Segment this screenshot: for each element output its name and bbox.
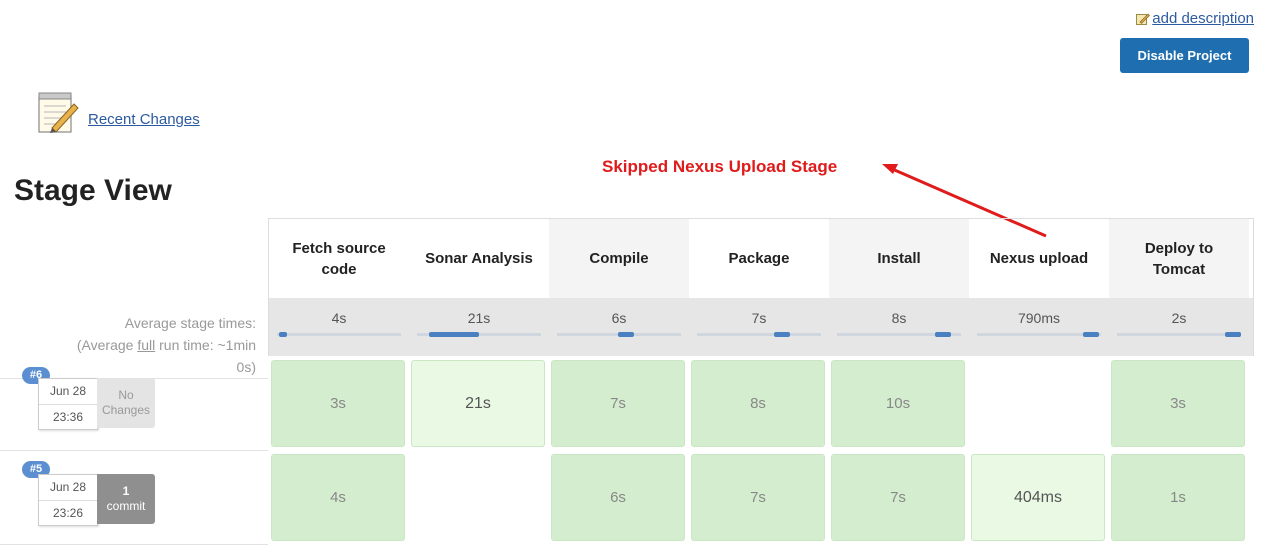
stage-header: Compile: [549, 219, 689, 298]
build-date: Jun 28 23:36: [38, 378, 98, 430]
full-run-link[interactable]: full: [137, 337, 155, 353]
progress-bar: [557, 332, 681, 337]
stage-cell[interactable]: 8s: [688, 357, 828, 450]
stage-header: Nexus upload: [989, 250, 1089, 267]
progress-bar: [837, 332, 961, 337]
stage-cell[interactable]: 6s: [548, 451, 688, 544]
progress-bar: [977, 332, 1101, 337]
progress-bar: [417, 332, 541, 337]
average-time: 8s: [829, 298, 969, 356]
stage-header: Fetch source code: [292, 239, 386, 278]
recent-changes-link[interactable]: Recent Changes: [88, 111, 200, 128]
build-run-5: #5 Jun 28 23:26 1 commit: [0, 451, 268, 545]
stage-cell[interactable]: 7s: [828, 451, 968, 544]
stage-grid: Fetch source code Sonar Analysis Compile…: [268, 218, 1254, 356]
add-description-link[interactable]: add description: [1136, 10, 1254, 27]
edit-note-icon: [1136, 13, 1151, 25]
average-time: 4s: [269, 298, 409, 356]
average-times-row: 4s 21s 6s 7s 8s 790ms 2s: [268, 298, 1254, 356]
average-time: 2s: [1109, 298, 1249, 356]
annotation-text: Skipped Nexus Upload Stage: [602, 157, 838, 176]
disable-project-button[interactable]: Disable Project: [1120, 38, 1249, 73]
build-row-6: 3s 21s 7s 8s 10s 3s: [268, 357, 1254, 450]
stage-cell[interactable]: 4s: [268, 451, 408, 544]
changes-badge: No Changes: [97, 378, 155, 428]
stage-cell[interactable]: 404ms: [968, 451, 1108, 544]
page-title: Stage View: [14, 174, 172, 207]
stage-cell[interactable]: 7s: [548, 357, 688, 450]
stage-cell-skipped: [408, 451, 548, 544]
stage-cell-skipped: [968, 357, 1108, 450]
notepad-icon: [38, 92, 79, 133]
recent-changes: Recent Changes: [34, 90, 200, 136]
progress-bar: [277, 332, 401, 337]
stage-header: Install: [829, 219, 969, 298]
commit-badge[interactable]: 1 commit: [97, 474, 155, 524]
stage-cell[interactable]: 3s: [1108, 357, 1248, 450]
stage-cell[interactable]: 21s: [408, 357, 548, 450]
progress-bar: [697, 332, 821, 337]
average-time: 7s: [689, 298, 829, 356]
stage-header: Deploy to Tomcat: [1109, 219, 1249, 298]
stage-cell[interactable]: 7s: [688, 451, 828, 544]
build-row-5: 4s 6s 7s 7s 404ms 1s: [268, 451, 1254, 544]
build-run-6: #6 Jun 28 23:36 No Changes: [0, 357, 268, 451]
stage-header: Sonar Analysis: [425, 250, 533, 267]
average-time: 21s: [409, 298, 549, 356]
average-time: 790ms: [969, 298, 1109, 356]
progress-bar: [1117, 332, 1241, 337]
stage-header: Package: [728, 250, 790, 267]
average-time: 6s: [549, 298, 689, 356]
build-date: Jun 28 23:26: [38, 474, 98, 526]
stage-header-row: Fetch source code Sonar Analysis Compile…: [268, 218, 1254, 298]
stage-cell[interactable]: 1s: [1108, 451, 1248, 544]
add-description-label: add description: [1152, 10, 1254, 27]
stage-cell[interactable]: 3s: [268, 357, 408, 450]
stage-cell[interactable]: 10s: [828, 357, 968, 450]
